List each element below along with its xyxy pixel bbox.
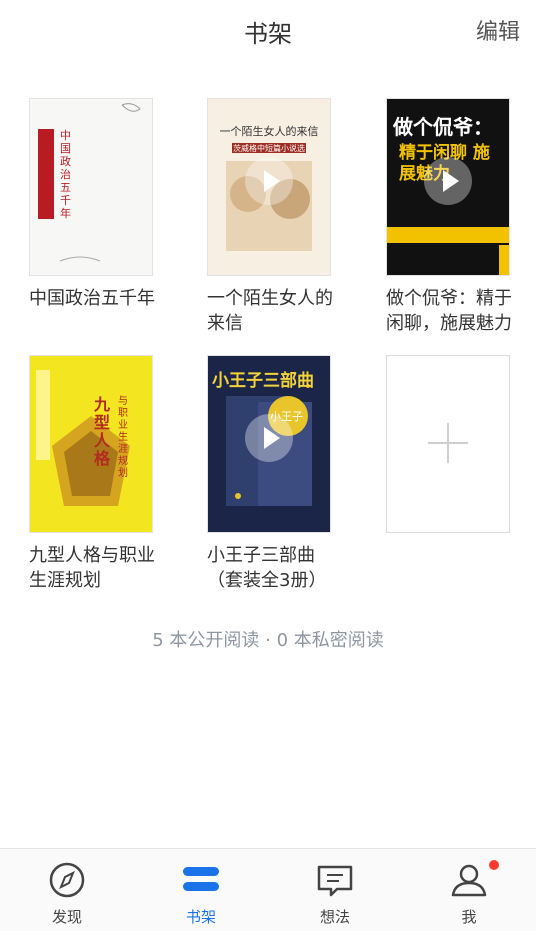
book-item[interactable]: 小王子三部曲 小王子 小王子三部曲（套装全3册）	[207, 355, 331, 593]
message-icon	[317, 865, 353, 897]
play-icon	[245, 157, 293, 205]
cover-title: 一个陌生女人的来信	[219, 125, 319, 138]
bookshelf-icon	[183, 867, 219, 891]
cover-art	[36, 370, 130, 506]
tab-label: 我	[461, 908, 477, 926]
book-cover[interactable]: 中国政治五千年	[29, 98, 153, 276]
plus-icon-stroke	[447, 423, 449, 463]
book-item[interactable]: 九型人格 与职业生涯规划 九型人格与职业生涯规划	[29, 355, 155, 593]
play-icon	[245, 414, 293, 462]
compass-icon	[49, 862, 85, 898]
tab-label: 发现	[51, 908, 82, 926]
book-title: 小王子三部曲（套装全3册）	[207, 545, 327, 591]
tab-me[interactable]: 我	[402, 849, 536, 931]
add-book-button[interactable]	[386, 355, 510, 533]
book-item[interactable]: 做个侃爷： 精于闲聊 施展魅力 做个侃爷：精于闲聊，施展魅力	[386, 98, 512, 336]
cover-art	[38, 103, 141, 262]
book-title: 中国政治五千年	[29, 288, 155, 309]
notification-badge	[489, 860, 499, 870]
cover-title: 做个侃爷：	[393, 115, 493, 139]
book-title: 九型人格与职业生涯规划	[29, 545, 155, 591]
top-bar: 书架 编辑	[0, 0, 536, 62]
book-title: 做个侃爷：精于闲聊，施展魅力	[386, 288, 512, 334]
cover-title: 九型人格	[94, 395, 111, 468]
play-icon	[424, 157, 472, 205]
book-cover[interactable]: 做个侃爷： 精于闲聊 施展魅力	[386, 98, 510, 276]
tab-thoughts[interactable]: 想法	[268, 849, 402, 931]
book-item[interactable]: 一个陌生女人的来信 茨威格中短篇小说选 一个陌生女人的来信	[207, 98, 333, 336]
tab-bar: 发现 书架 想法 我	[0, 848, 536, 931]
tab-label: 想法	[319, 908, 350, 926]
profile-icon	[451, 864, 487, 897]
book-cover[interactable]: 小王子三部曲 小王子	[207, 355, 331, 533]
cover-subtitle: 与职业生涯规划	[118, 396, 128, 479]
book-cover[interactable]: 一个陌生女人的来信 茨威格中短篇小说选	[207, 98, 331, 276]
cover-subtitle: 茨威格中短篇小说选	[233, 144, 305, 153]
book-cover[interactable]: 九型人格 与职业生涯规划	[29, 355, 153, 533]
page-title: 书架	[244, 20, 292, 48]
reading-summary: 5 本公开阅读 · 0 本私密阅读	[152, 630, 384, 651]
cover-title: 小王子三部曲	[212, 371, 314, 391]
tab-bookshelf[interactable]: 书架	[134, 849, 268, 931]
cover-title: 中国政治五千年	[60, 129, 71, 220]
tab-discover[interactable]: 发现	[0, 849, 134, 931]
book-title: 一个陌生女人的来信	[207, 288, 333, 334]
edit-button[interactable]: 编辑	[476, 14, 520, 46]
book-item[interactable]: 中国政治五千年 中国政治五千年	[29, 98, 155, 311]
tab-label: 书架	[185, 908, 216, 926]
